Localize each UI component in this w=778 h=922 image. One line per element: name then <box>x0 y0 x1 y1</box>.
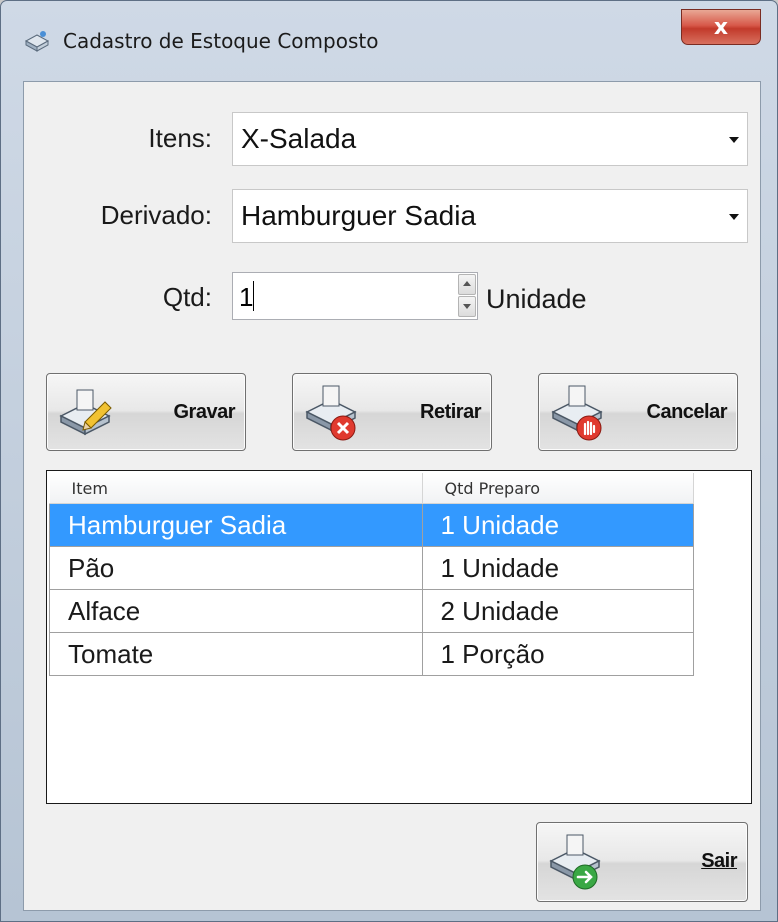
sair-label: Sair <box>701 850 737 872</box>
retirar-button[interactable]: Retirar <box>292 373 492 451</box>
cell-item[interactable]: Alface <box>49 589 423 633</box>
chevron-down-icon[interactable] <box>729 137 739 143</box>
sair-button[interactable]: Sair <box>536 822 748 902</box>
cancel-hand-icon <box>551 385 603 441</box>
itens-value: X-Salada <box>241 123 357 154</box>
table-row[interactable]: Tomate 1 Porção <box>49 632 694 676</box>
title-bar[interactable]: Cadastro de Estoque Composto x <box>1 1 777 81</box>
qtd-value[interactable]: 1 <box>239 282 253 313</box>
qtd-label: Qtd: <box>162 282 212 312</box>
cancelar-label: Cancelar <box>646 401 728 423</box>
cell-qtd[interactable]: 1 Unidade <box>422 546 694 590</box>
qtd-spinner[interactable] <box>458 274 476 318</box>
gravar-button[interactable]: Gravar <box>46 373 246 451</box>
items-table: Item Qtd Preparo Hamburguer Sadia 1 Unid… <box>49 473 694 676</box>
table-row[interactable]: Alface 2 Unidade <box>49 589 694 633</box>
close-button[interactable]: x <box>681 9 761 45</box>
cell-qtd[interactable]: 1 Porção <box>422 632 694 676</box>
remove-icon <box>305 385 357 441</box>
close-icon: x <box>713 14 729 40</box>
unit-label: Unidade <box>486 284 587 314</box>
retirar-label: Retirar <box>420 401 481 423</box>
text-caret <box>253 281 254 311</box>
cell-item[interactable]: Tomate <box>49 632 423 676</box>
form-panel: Itens: X-Salada Derivado: Hamburguer Sad… <box>23 81 761 911</box>
cancelar-button[interactable]: Cancelar <box>538 373 738 451</box>
app-icon <box>24 31 50 52</box>
derivado-label: Derivado: <box>100 200 212 230</box>
spin-down-button[interactable] <box>458 296 476 317</box>
derivado-value: Hamburguer Sadia <box>241 200 477 231</box>
window: Cadastro de Estoque Composto x Itens: X-… <box>0 0 778 922</box>
cell-qtd[interactable]: 1 Unidade <box>422 503 694 547</box>
derivado-combo[interactable]: Hamburguer Sadia <box>232 189 748 243</box>
qtd-stepper[interactable]: 1 <box>232 272 478 320</box>
column-header-qtd[interactable]: Qtd Preparo <box>422 473 694 504</box>
table-row[interactable]: Pão 1 Unidade <box>49 546 694 590</box>
column-header-item[interactable]: Item <box>49 473 423 504</box>
window-title: Cadastro de Estoque Composto <box>63 29 379 53</box>
table-row[interactable]: Hamburguer Sadia 1 Unidade <box>49 503 694 547</box>
cell-item[interactable]: Hamburguer Sadia <box>49 503 423 547</box>
exit-icon <box>549 834 601 890</box>
gravar-label: Gravar <box>173 401 236 423</box>
items-grid[interactable]: Item Qtd Preparo Hamburguer Sadia 1 Unid… <box>46 470 752 804</box>
chevron-down-icon[interactable] <box>729 214 739 220</box>
save-pencil-icon <box>59 389 112 436</box>
spin-up-button[interactable] <box>458 274 476 295</box>
itens-label: Itens: <box>148 123 212 153</box>
itens-combo[interactable]: X-Salada <box>232 112 748 166</box>
cell-item[interactable]: Pão <box>49 546 423 590</box>
cell-qtd[interactable]: 2 Unidade <box>422 589 694 633</box>
